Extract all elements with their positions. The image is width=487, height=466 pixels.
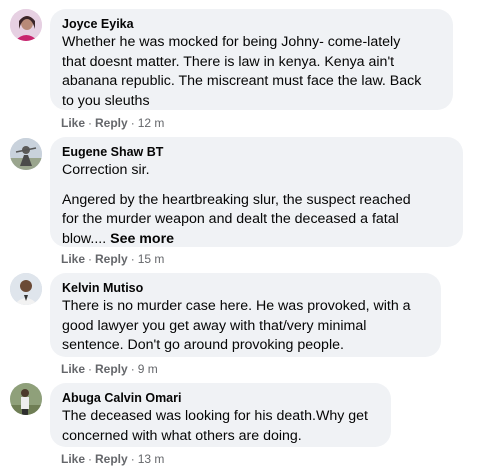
avatar[interactable] <box>10 138 42 170</box>
comment-text: The deceased was looking for his death.W… <box>62 407 379 446</box>
profile-photo-icon <box>10 273 42 305</box>
avatar[interactable] <box>10 383 42 415</box>
separator: · <box>88 252 93 266</box>
see-more-link[interactable]: See more <box>110 231 174 247</box>
comment-author[interactable]: Abuga Calvin Omari <box>62 390 379 406</box>
separator: · <box>130 452 135 466</box>
comment-line: sentence. Don't go around provoking peop… <box>62 337 344 353</box>
comment-bubble: Abuga Calvin Omari The deceased was look… <box>50 383 391 447</box>
separator: · <box>130 362 135 376</box>
comment-timestamp[interactable]: 15 m <box>138 252 165 266</box>
reply-button[interactable]: Reply <box>95 252 128 266</box>
comment-line: that doesnt matter. There is law in keny… <box>62 53 395 70</box>
comment-bubble: Joyce Eyika Whether he was mocked for be… <box>50 9 453 110</box>
comment-author[interactable]: Kelvin Mutiso <box>62 280 429 296</box>
reply-button[interactable]: Reply <box>95 116 128 130</box>
profile-photo-icon <box>10 9 42 41</box>
comment-line: Whether he was mocked for being Johny- c… <box>62 34 401 50</box>
reply-button[interactable]: Reply <box>95 452 128 466</box>
like-button[interactable]: Like <box>61 252 85 266</box>
comment-actions: Like · Reply · 9 m <box>61 362 158 376</box>
avatar[interactable] <box>10 9 42 41</box>
comment-line: concerned with what others are doing. <box>62 427 302 444</box>
like-button[interactable]: Like <box>61 362 85 376</box>
comment-line: good lawyer you get away with that/very … <box>62 317 367 334</box>
comment-line: for the murder weapon and dealt the dece… <box>62 211 399 227</box>
comment-line: There is no murder case here. He was pro… <box>62 298 411 314</box>
comment-line: blow.... See more <box>62 230 451 250</box>
comment-text: Whether he was mocked for being Johny- c… <box>62 33 441 111</box>
comment-line: The deceased was looking for his death.W… <box>62 408 368 424</box>
profile-photo-icon <box>10 138 42 170</box>
comment-line: abanana republic. The miscreant must fac… <box>62 73 422 89</box>
comment-timestamp[interactable]: 13 m <box>138 452 165 466</box>
comment-author[interactable]: Eugene Shaw BT <box>62 144 451 160</box>
comment-bubble: Eugene Shaw BT Correction sir. Angered b… <box>50 137 463 247</box>
avatar[interactable] <box>10 273 42 305</box>
separator: · <box>88 362 93 376</box>
separator: · <box>88 116 93 130</box>
comment-line-end: blow.... <box>62 230 107 247</box>
comment-text: Correction sir. Angered by the heartbrea… <box>62 161 451 249</box>
comment-actions: Like · Reply · 15 m <box>61 252 164 266</box>
separator: · <box>88 452 93 466</box>
comment-timestamp[interactable]: 12 m <box>138 116 165 130</box>
profile-photo-icon <box>10 383 42 415</box>
comment-actions: Like · Reply · 12 m <box>61 116 164 130</box>
comment-bubble: Kelvin Mutiso There is no murder case he… <box>50 273 441 357</box>
comment-author[interactable]: Joyce Eyika <box>62 16 441 32</box>
comment-line: Correction sir. <box>62 162 150 178</box>
reply-button[interactable]: Reply <box>95 362 128 376</box>
comment-timestamp[interactable]: 9 m <box>138 362 158 376</box>
comment-line: Angered by the heartbreaking slur, the s… <box>62 191 411 208</box>
like-button[interactable]: Like <box>61 452 85 466</box>
comment-actions: Like · Reply · 13 m <box>61 452 164 466</box>
separator: · <box>130 252 135 266</box>
comment-line: to you sleuths <box>62 92 150 109</box>
separator: · <box>130 116 135 130</box>
comment-text: There is no murder case here. He was pro… <box>62 297 429 356</box>
like-button[interactable]: Like <box>61 116 85 130</box>
